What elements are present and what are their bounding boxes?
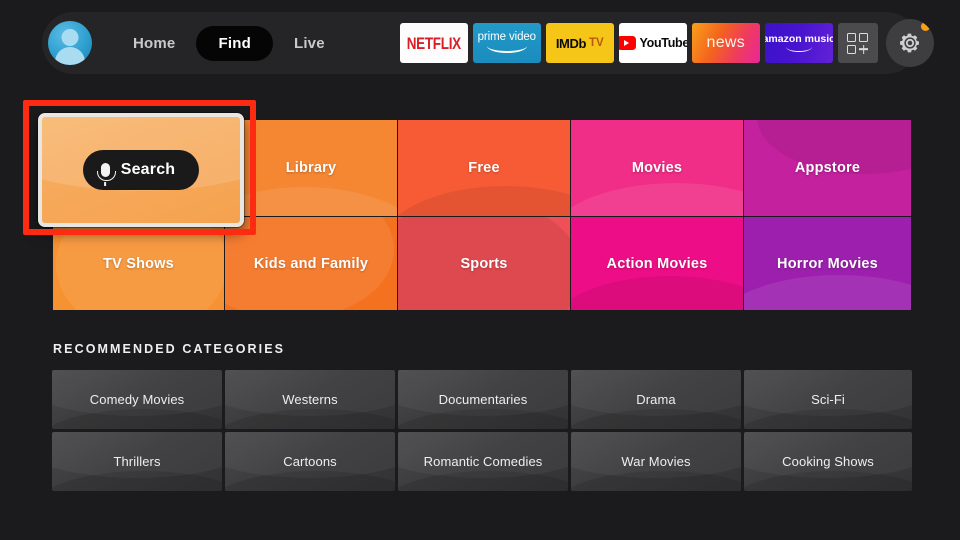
rec-tile-sci-fi[interactable]: Sci-Fi xyxy=(744,370,912,429)
rec-tile-thrillers[interactable]: Thrillers xyxy=(52,432,222,491)
fire-tv-find-screen: Home Find Live NETFLIX prime video IMDb … xyxy=(0,0,960,540)
profile-avatar[interactable] xyxy=(48,21,92,65)
app-amazon-music[interactable]: amazon music xyxy=(764,23,833,63)
gear-icon xyxy=(899,33,919,53)
search-label: Search xyxy=(120,161,176,178)
tile-free[interactable]: Free xyxy=(398,120,570,216)
tile-movies[interactable]: Movies xyxy=(571,120,743,216)
rec-tile-comedy-movies[interactable]: Comedy Movies xyxy=(52,370,222,429)
tile-horror-movies[interactable]: Horror Movies xyxy=(744,217,911,310)
rec-tile-cartoons[interactable]: Cartoons xyxy=(225,432,395,491)
tile-appstore[interactable]: Appstore xyxy=(744,120,911,216)
tile-library[interactable]: Library xyxy=(225,120,397,216)
avatar-head xyxy=(61,28,79,46)
avatar-body xyxy=(55,46,85,65)
search-tile[interactable]: Search xyxy=(38,113,244,227)
news-label: news xyxy=(706,34,746,51)
imdb-tv-label: TV xyxy=(589,37,604,49)
youtube-label: YouTube xyxy=(639,36,687,50)
tile-sports[interactable]: Sports xyxy=(398,217,570,310)
app-youtube[interactable]: YouTube xyxy=(618,23,687,63)
app-imdb-tv[interactable]: IMDb TV xyxy=(545,23,614,63)
amazon-smile-icon xyxy=(486,45,527,54)
rec-tile-romantic-comedies[interactable]: Romantic Comedies xyxy=(398,432,568,491)
app-news[interactable]: news xyxy=(691,23,760,63)
rec-tile-westerns[interactable]: Westerns xyxy=(225,370,395,429)
app-netflix[interactable]: NETFLIX xyxy=(399,23,468,63)
tile-action-movies[interactable]: Action Movies xyxy=(571,217,743,310)
rec-tile-drama[interactable]: Drama xyxy=(571,370,741,429)
youtube-play-icon xyxy=(618,36,636,50)
app-prime-video[interactable]: prime video xyxy=(472,23,541,63)
rec-tile-documentaries[interactable]: Documentaries xyxy=(398,370,568,429)
settings-notification-badge xyxy=(920,22,930,31)
nav-links: Home Find Live xyxy=(116,25,342,61)
rec-tile-cooking-shows[interactable]: Cooking Shows xyxy=(744,432,912,491)
rec-tile-war-movies[interactable]: War Movies xyxy=(571,432,741,491)
amazon-music-smile-icon xyxy=(785,46,812,52)
grid-plus-icon xyxy=(847,32,869,54)
recommended-categories-heading: RECOMMENDED CATEGORIES xyxy=(53,342,286,356)
microphone-icon xyxy=(96,163,116,181)
tile-tv-shows[interactable]: TV Shows xyxy=(53,217,224,310)
nav-item-find[interactable]: Find xyxy=(196,25,273,61)
nav-item-live[interactable]: Live xyxy=(277,27,342,60)
tile-kids-and-family[interactable]: Kids and Family xyxy=(225,217,397,310)
app-grid-button[interactable] xyxy=(837,23,878,63)
search-button[interactable]: Search xyxy=(82,150,200,190)
settings-button[interactable] xyxy=(885,19,934,67)
netflix-label: NETFLIX xyxy=(406,33,461,53)
app-shortcuts: NETFLIX prime video IMDb TV YouTube news… xyxy=(399,19,934,67)
top-navigation-bar: Home Find Live NETFLIX prime video IMDb … xyxy=(42,12,934,74)
imdb-label: IMDb xyxy=(555,35,587,51)
recommended-categories-grid: Comedy Movies Westerns Documentaries Dra… xyxy=(52,370,912,492)
nav-item-home[interactable]: Home xyxy=(116,27,192,60)
